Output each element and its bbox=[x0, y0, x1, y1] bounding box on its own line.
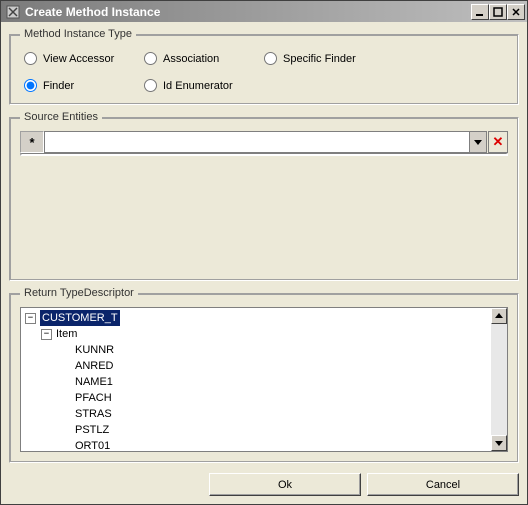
method-instance-legend: Method Instance Type bbox=[20, 28, 136, 40]
method-instance-group: Method Instance Type View Accessor Assoc… bbox=[9, 28, 519, 105]
radio-view-accessor-label: View Accessor bbox=[43, 53, 114, 65]
source-entities-row: * ✕ bbox=[20, 131, 508, 153]
tree-node-field[interactable]: KUNNR bbox=[23, 342, 489, 358]
tree-node-field[interactable]: NAME1 bbox=[23, 374, 489, 390]
return-type-legend: Return TypeDescriptor bbox=[20, 287, 138, 299]
radio-finder-input[interactable] bbox=[24, 79, 37, 92]
radio-id-enumerator[interactable]: Id Enumerator bbox=[144, 79, 264, 92]
tree-node-field[interactable]: PFACH bbox=[23, 390, 489, 406]
radio-specific-finder-input[interactable] bbox=[264, 52, 277, 65]
dialog-buttons: Ok Cancel bbox=[9, 469, 519, 496]
source-entities-legend: Source Entities bbox=[20, 111, 102, 123]
tree-node-field[interactable]: ORT01 bbox=[23, 438, 489, 451]
return-type-group: Return TypeDescriptor − CUSTOMER_T − Ite… bbox=[9, 287, 519, 463]
scroll-down-button[interactable] bbox=[491, 435, 507, 451]
delete-row-button[interactable]: ✕ bbox=[488, 131, 508, 153]
collapse-icon[interactable]: − bbox=[41, 329, 52, 340]
maximize-button[interactable] bbox=[489, 4, 507, 20]
radio-finder-label: Finder bbox=[43, 80, 74, 92]
tree-node-root[interactable]: − CUSTOMER_T bbox=[23, 310, 489, 326]
collapse-icon[interactable]: − bbox=[25, 313, 36, 324]
dialog-window: Create Method Instance Method Instance T… bbox=[0, 0, 528, 505]
scroll-up-button[interactable] bbox=[491, 308, 507, 324]
radio-view-accessor-input[interactable] bbox=[24, 52, 37, 65]
radio-finder[interactable]: Finder bbox=[24, 79, 144, 92]
radio-association-input[interactable] bbox=[144, 52, 157, 65]
window-controls bbox=[471, 4, 525, 20]
radio-specific-finder-label: Specific Finder bbox=[283, 53, 356, 65]
app-icon bbox=[5, 4, 21, 20]
source-entities-group: Source Entities * ✕ bbox=[9, 111, 519, 281]
dialog-content: Method Instance Type View Accessor Assoc… bbox=[1, 22, 527, 504]
source-entities-body bbox=[20, 153, 508, 156]
type-tree[interactable]: − CUSTOMER_T − Item KUNNR ANRED NAME1 PF… bbox=[21, 308, 491, 451]
tree-node-item[interactable]: − Item bbox=[23, 326, 489, 342]
row-header-new[interactable]: * bbox=[20, 131, 44, 153]
minimize-button[interactable] bbox=[471, 4, 489, 20]
tree-node-field[interactable]: PSTLZ bbox=[23, 422, 489, 438]
radio-id-enumerator-input[interactable] bbox=[144, 79, 157, 92]
radio-specific-finder[interactable]: Specific Finder bbox=[264, 52, 414, 65]
combo-dropdown-button[interactable] bbox=[469, 131, 487, 153]
tree-scrollbar[interactable] bbox=[491, 308, 507, 451]
ok-button[interactable]: Ok bbox=[209, 473, 361, 496]
titlebar[interactable]: Create Method Instance bbox=[1, 1, 527, 22]
tree-node-field[interactable]: ANRED bbox=[23, 358, 489, 374]
radio-id-enumerator-label: Id Enumerator bbox=[163, 80, 233, 92]
tree-node-field[interactable]: STRAS bbox=[23, 406, 489, 422]
close-button[interactable] bbox=[507, 4, 525, 20]
cancel-button[interactable]: Cancel bbox=[367, 473, 519, 496]
tree-container: − CUSTOMER_T − Item KUNNR ANRED NAME1 PF… bbox=[20, 307, 508, 452]
source-entity-combo[interactable] bbox=[44, 131, 469, 153]
radio-association[interactable]: Association bbox=[144, 52, 264, 65]
tree-node-item-label: Item bbox=[56, 326, 77, 342]
tree-node-root-label: CUSTOMER_T bbox=[40, 310, 120, 326]
window-title: Create Method Instance bbox=[25, 5, 471, 19]
scroll-track[interactable] bbox=[491, 324, 507, 435]
radio-association-label: Association bbox=[163, 53, 219, 65]
radio-view-accessor[interactable]: View Accessor bbox=[24, 52, 144, 65]
